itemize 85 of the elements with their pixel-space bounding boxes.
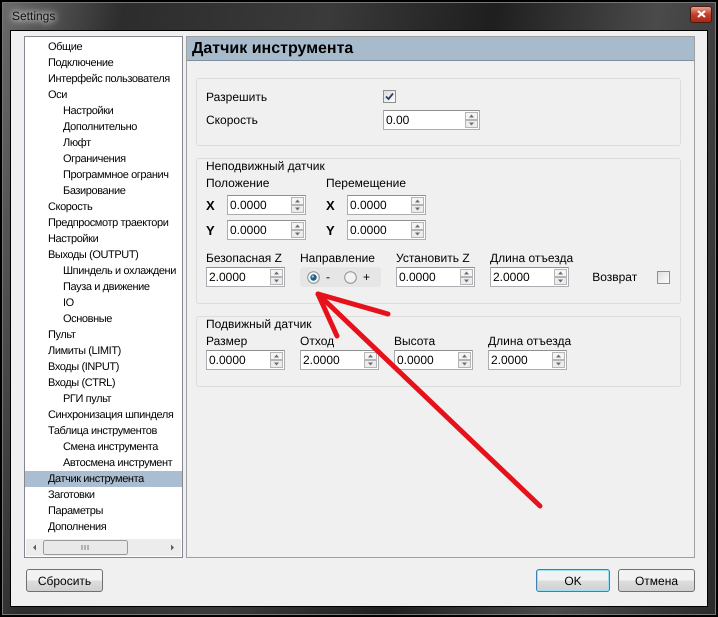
field-label: Возврат (592, 270, 638, 284)
tree-item[interactable]: Программное огранич (25, 167, 182, 183)
tree-item[interactable]: Интерфейс пользователя (25, 71, 182, 87)
field-label: Отход (300, 334, 336, 348)
number-field[interactable]: 0.00 (383, 110, 480, 130)
tree-item[interactable]: Заготовки (25, 487, 182, 503)
number-field[interactable]: 0.0000 (206, 350, 285, 370)
tree-item[interactable]: Дополнительно (25, 119, 182, 135)
number-field[interactable]: 0.0000 (347, 220, 426, 240)
number-field[interactable]: 0.0000 (227, 220, 306, 240)
tree-item[interactable]: Люфт (25, 135, 182, 151)
spin-buttons[interactable] (270, 269, 283, 285)
number-field[interactable]: 0.0000 (396, 267, 475, 287)
axis-label: X (206, 198, 216, 212)
spin-buttons[interactable] (552, 352, 565, 368)
field-label: Длина отъезда (488, 334, 572, 348)
tree-item[interactable]: Датчик инструмента (25, 471, 182, 487)
checkbox[interactable] (383, 90, 396, 103)
spin-buttons[interactable] (270, 352, 283, 368)
field-label: Безопасная Z (206, 251, 283, 265)
tree-item[interactable]: Основные (25, 311, 182, 327)
tree-item[interactable]: Шпиндель и охлаждени (25, 263, 182, 279)
tree-item[interactable]: Таблица инструментов (25, 423, 182, 439)
tree-item[interactable]: Скорость (25, 199, 182, 215)
number-field[interactable]: 2.0000 (488, 350, 567, 370)
tree-item[interactable]: Настройки (25, 231, 182, 247)
spin-buttons[interactable] (465, 112, 478, 128)
spin-buttons[interactable] (291, 197, 304, 213)
field-label: Направление (300, 251, 376, 265)
tree-item[interactable]: Выходы (OUTPUT) (25, 247, 182, 263)
tree-item[interactable]: Параметры (25, 503, 182, 519)
tree-item[interactable]: Смена инструмента (25, 439, 182, 455)
tree-item[interactable]: Ограничения (25, 151, 182, 167)
spin-buttons[interactable] (364, 352, 377, 368)
axis-label: Y (326, 222, 336, 238)
push-button[interactable]: OK (536, 569, 610, 592)
tree-item[interactable]: Предпросмотр траектори (25, 215, 182, 231)
number-field[interactable]: 0.0000 (347, 195, 426, 215)
spin-buttons[interactable] (460, 269, 473, 285)
tree-item[interactable]: Настройки (25, 103, 182, 119)
tree-item[interactable]: Синхронизация шпинделя (25, 407, 182, 423)
number-field[interactable]: 2.0000 (206, 267, 285, 287)
field-label: Перемещение (326, 176, 406, 190)
group-title: Неподвижный датчик (206, 159, 326, 173)
field-label: Положение (206, 176, 270, 190)
radio-button[interactable]: + (344, 270, 370, 284)
push-button[interactable]: Отмена (618, 569, 695, 592)
field-label: Установить Z (396, 251, 471, 265)
tree-item[interactable]: Базирование (25, 183, 182, 199)
number-field[interactable]: 0.0000 (394, 350, 473, 370)
number-field[interactable]: 2.0000 (300, 350, 379, 370)
tree-item[interactable]: Оси (25, 87, 182, 103)
number-field[interactable]: 0.0000 (227, 195, 306, 215)
field-label: Размер (206, 334, 248, 348)
axis-label: X (326, 198, 336, 212)
spin-buttons[interactable] (291, 222, 304, 238)
field-label: Скорость (206, 113, 259, 127)
window-title: Settings (12, 9, 56, 23)
group-title: Подвижный датчик (206, 317, 313, 331)
spin-buttons[interactable] (458, 352, 471, 368)
tree-item[interactable]: IO (25, 295, 182, 311)
field-label: Длина отъезда (490, 251, 574, 265)
tree-item[interactable]: Автосмена инструмент (25, 455, 182, 471)
tree-item[interactable]: Входы (INPUT) (25, 359, 182, 375)
close-icon (696, 10, 706, 18)
spin-buttons[interactable] (554, 269, 567, 285)
tree-item[interactable]: Лимиты (LIMIT) (25, 343, 182, 359)
push-button[interactable]: Сбросить (26, 569, 103, 592)
field-label: Разрешить (206, 90, 268, 104)
tree-item[interactable]: Дополнения (25, 519, 182, 535)
panel-title: Датчик инструмента (187, 37, 694, 61)
axis-label: Y (206, 222, 216, 238)
spin-buttons[interactable] (411, 222, 424, 238)
tree-item[interactable]: Пульт (25, 327, 182, 343)
number-field[interactable]: 2.0000 (490, 267, 569, 287)
spin-buttons[interactable] (411, 197, 424, 213)
tree-item[interactable]: РГИ пульт (25, 391, 182, 407)
tree-item[interactable]: Входы (CTRL) (25, 375, 182, 391)
tree-item[interactable]: Общие (25, 39, 182, 55)
horizontal-scrollbar[interactable] (26, 539, 181, 556)
tree-item[interactable]: Пауза и движение (25, 279, 182, 295)
checkbox[interactable] (657, 270, 670, 284)
tree-item[interactable]: Подключение (25, 55, 182, 71)
field-label: Высота (394, 334, 436, 348)
close-button[interactable] (690, 6, 712, 22)
